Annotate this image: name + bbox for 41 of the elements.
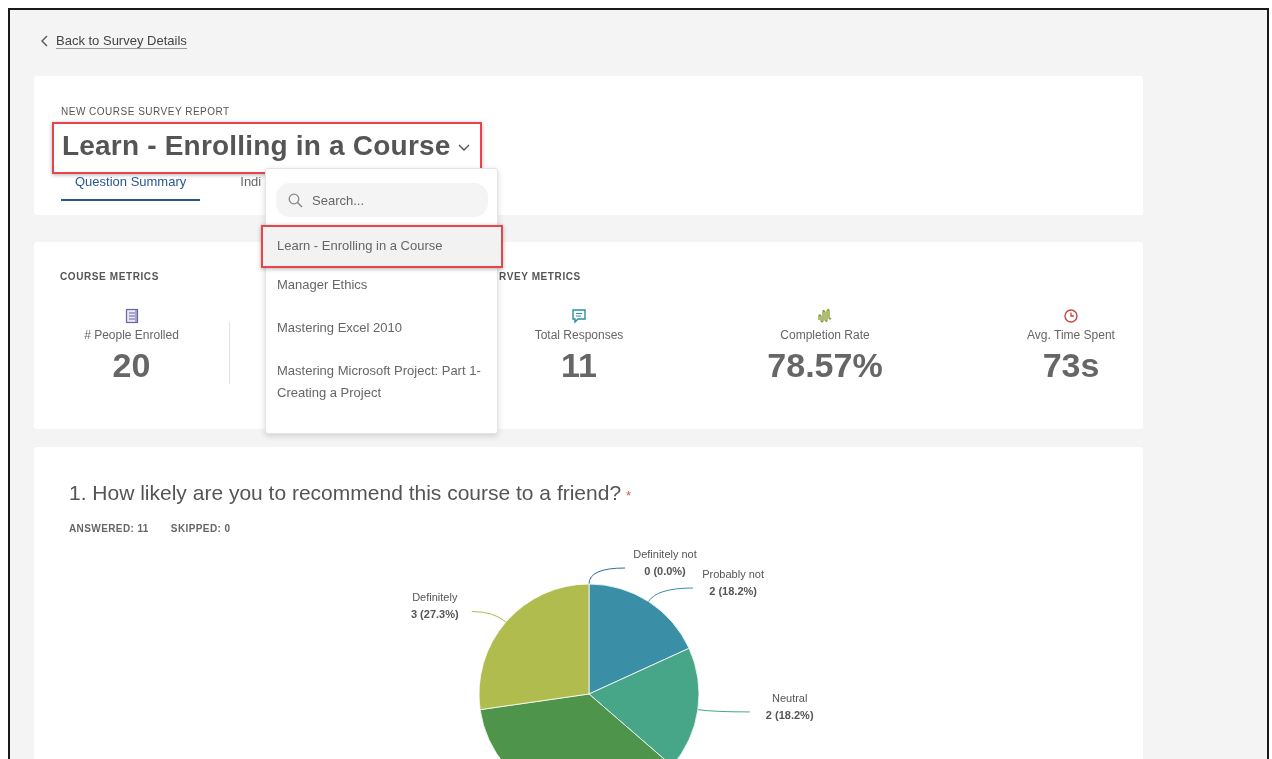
required-mark: *	[626, 488, 632, 503]
search-field[interactable]: Search...	[276, 183, 488, 217]
skipped-count: SKIPPED: 0	[170, 523, 231, 534]
clock-icon	[1063, 308, 1079, 324]
dropdown-option[interactable]: Mastering Microsoft Project: Part 1- Creating a Project	[263, 356, 501, 417]
slice-label: Definitely not	[633, 548, 697, 560]
metric-label: Completion Rate	[780, 328, 870, 342]
slice-label: Neutral	[772, 691, 808, 704]
dropdown-option[interactable]: Mastering Excel 2010	[263, 313, 501, 352]
question-text: 1. How likely are you to recommend this course to a friend?	[69, 481, 622, 505]
metric-label: # People Enrolled	[84, 328, 179, 342]
caret-icon[interactable]	[457, 144, 470, 152]
book-icon	[123, 308, 140, 324]
section-label: RVEY METRICS	[498, 271, 582, 282]
metric-value: 73s	[1042, 346, 1100, 385]
leader-line	[647, 587, 694, 602]
metric-label: Avg. Time Spent	[1027, 328, 1115, 342]
tab[interactable]: Question Summary	[61, 170, 201, 201]
slice-value: 3 (27.3%)	[410, 608, 459, 621]
leader-line	[588, 567, 626, 585]
search-icon	[288, 193, 303, 208]
metric-value: 11	[561, 346, 597, 385]
wave-icon	[817, 308, 833, 324]
answered-count: ANSWERED: 11	[69, 523, 149, 534]
chat-icon	[571, 308, 587, 324]
dropdown-option[interactable]: Learn - Enrolling in a Course	[263, 227, 501, 266]
back-link[interactable]: Back to Survey Details	[56, 33, 187, 49]
slice-label: Definitely	[412, 591, 458, 604]
metric-label: Total Responses	[534, 328, 624, 342]
section-label: COURSE METRICS	[60, 271, 160, 282]
chevron-left-icon[interactable]	[40, 34, 50, 48]
leader-line	[471, 611, 507, 623]
slice-value: 2 (18.2%)	[709, 585, 757, 597]
metric-value: 20	[112, 346, 151, 385]
tab[interactable]: Indi	[226, 170, 276, 201]
report-label: NEW COURSE SURVEY REPORT	[61, 106, 231, 117]
leader-line	[697, 709, 751, 713]
slice-value: 2 (18.2%)	[765, 708, 814, 721]
slice-value: 0 (0.0%)	[644, 565, 686, 577]
slice-label: Probably not	[702, 568, 764, 580]
metric-value: 78.57%	[767, 346, 883, 385]
